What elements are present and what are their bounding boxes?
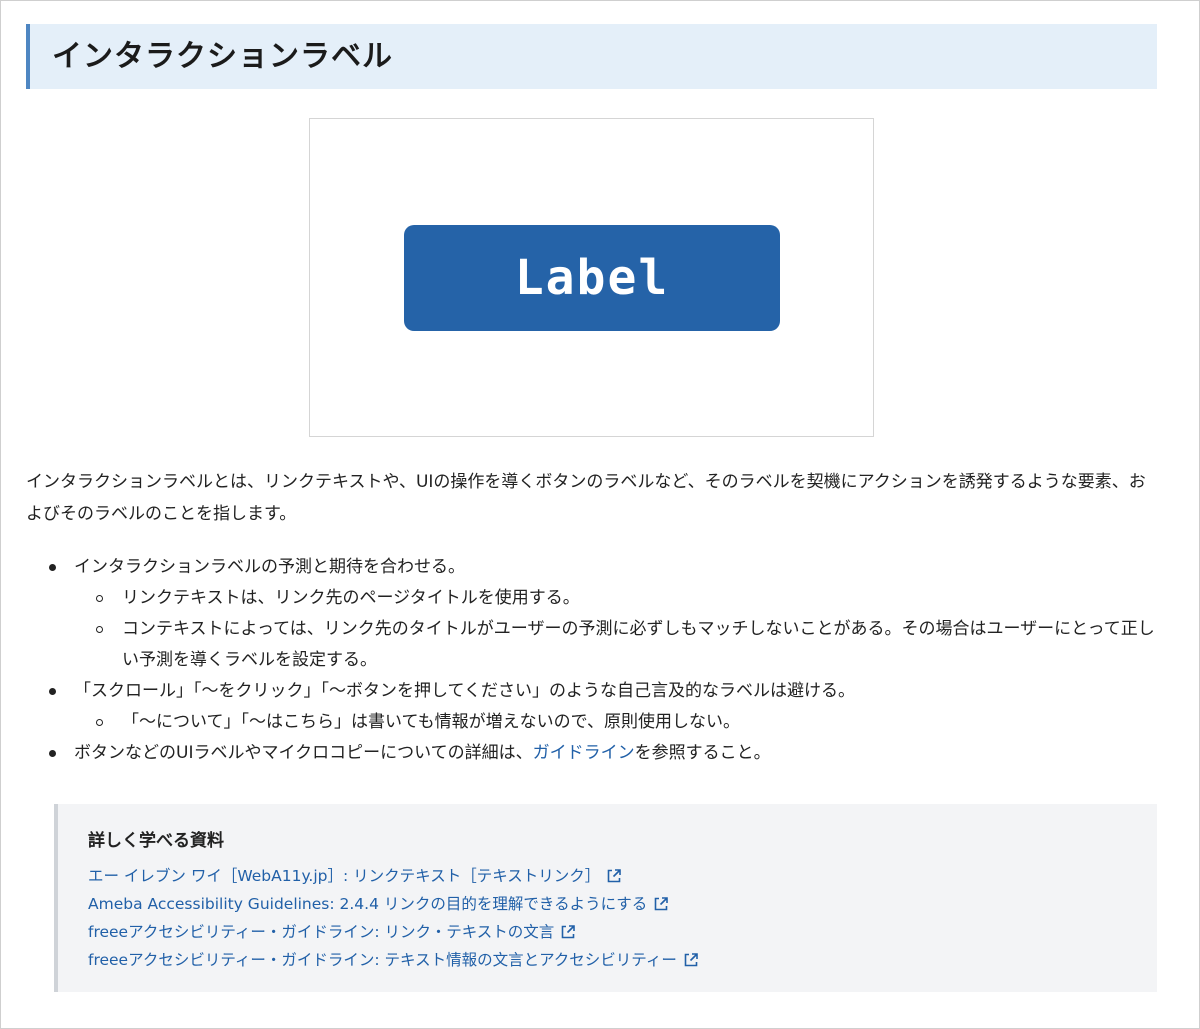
bullet-circle (96, 719, 103, 726)
label-button-example: Label (404, 225, 780, 331)
resource-link-ameba[interactable]: Ameba Accessibility Guidelines: 2.4.4 リン… (88, 890, 647, 918)
intro-paragraph: インタラクションラベルとは、リンクテキストや、UIの操作を導くボタンのラベルなど… (26, 472, 1146, 524)
list-item-text: インタラクションラベルの予測と期待を合わせる。 (74, 557, 465, 577)
external-link-icon (560, 924, 576, 940)
resource-item: Ameba Accessibility Guidelines: 2.4.4 リン… (88, 890, 699, 918)
list-item: ボタンなどのUIラベルやマイクロコピーについての詳細は、ガイドラインを参照するこ… (26, 738, 1166, 769)
sub-list-item: 「〜について」「〜はこちら」は書いても情報が増えないので、原則使用しない。 (26, 707, 1166, 738)
sub-list-item-text: リンクテキストは、リンク先のページタイトルを使用する。 (122, 588, 580, 608)
guideline-list: インタラクションラベルの予測と期待を合わせる。 リンクテキストは、リンク先のペー… (26, 552, 1166, 769)
sub-list-item: コンテキストによっては、リンク先のタイトルがユーザーの予測に必ずしもマッチしない… (26, 614, 1166, 676)
sub-list-item-text: 「〜について」「〜はこちら」は書いても情報が増えないので、原則使用しない。 (122, 712, 740, 732)
resource-item: freeeアクセシビリティー・ガイドライン: テキスト情報の文言とアクセシビリテ… (88, 946, 699, 974)
sub-list-item-text: コンテキストによっては、リンク先のタイトルがユーザーの予測に必ずしもマッチしない… (122, 619, 1155, 670)
list-item: インタラクションラベルの予測と期待を合わせる。 (26, 552, 1166, 583)
resources-title: 詳しく学べる資料 (88, 831, 224, 851)
resource-link-freee-text-info[interactable]: freeeアクセシビリティー・ガイドライン: テキスト情報の文言とアクセシビリテ… (88, 946, 677, 974)
bullet-dot (49, 564, 56, 571)
guideline-link[interactable]: ガイドライン (533, 743, 635, 763)
external-link-icon (653, 896, 669, 912)
bullet-dot (49, 750, 56, 757)
list-item-text-after: を参照すること。 (634, 743, 771, 763)
section-heading: インタラクションラベル (26, 24, 1157, 89)
bullet-circle (96, 626, 103, 633)
bullet-dot (49, 688, 56, 695)
resource-link-freee-link-text[interactable]: freeeアクセシビリティー・ガイドライン: リンク・テキストの文言 (88, 918, 554, 946)
resource-link-weba11y[interactable]: エー イレブン ワイ［WebA11y.jp］: リンクテキスト［テキストリンク］ (88, 862, 600, 890)
resource-item: freeeアクセシビリティー・ガイドライン: リンク・テキストの文言 (88, 918, 699, 946)
label-illustration: Label (309, 118, 874, 437)
list-item-text: 「スクロール」「〜をクリック」「〜ボタンを押してください」のような自己言及的なラ… (74, 681, 855, 701)
list-item: 「スクロール」「〜をクリック」「〜ボタンを押してください」のような自己言及的なラ… (26, 676, 1166, 707)
resources-box: 詳しく学べる資料 エー イレブン ワイ［WebA11y.jp］: リンクテキスト… (54, 804, 1157, 992)
section-title: インタラクションラベル (52, 39, 393, 74)
external-link-icon (606, 868, 622, 884)
bullet-circle (96, 595, 103, 602)
list-item-text-before: ボタンなどのUIラベルやマイクロコピーについての詳細は、 (74, 743, 533, 763)
resource-item: エー イレブン ワイ［WebA11y.jp］: リンクテキスト［テキストリンク］ (88, 862, 699, 890)
sub-list-item: リンクテキストは、リンク先のページタイトルを使用する。 (26, 583, 1166, 614)
resources-list: エー イレブン ワイ［WebA11y.jp］: リンクテキスト［テキストリンク］… (88, 862, 699, 974)
external-link-icon (683, 952, 699, 968)
